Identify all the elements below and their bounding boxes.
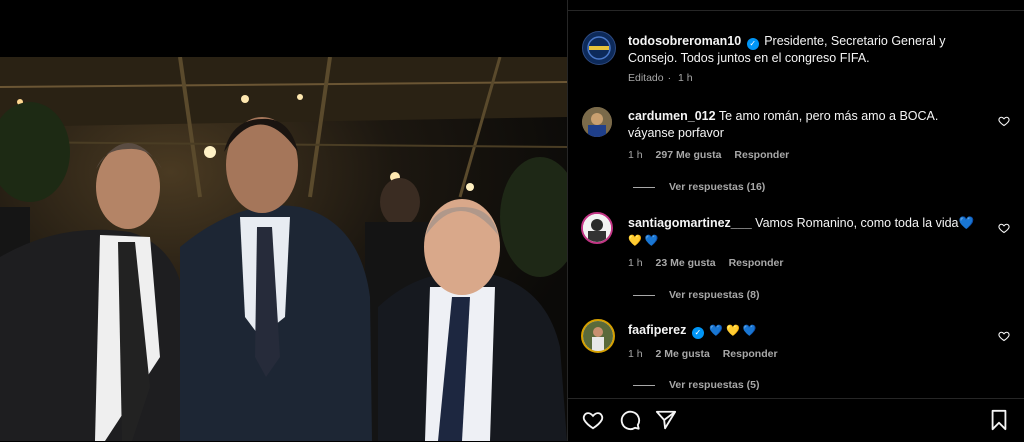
post-media-panel: [0, 0, 567, 441]
edited-label: Editado: [628, 72, 664, 84]
like-comment-heart-icon[interactable]: [998, 330, 1010, 342]
comment-body: faafiperez ✓ 💙 💛 💙: [628, 322, 988, 340]
comment-meta: 1 h 297 Me gusta Responder: [628, 149, 799, 161]
panel-top-divider: [568, 0, 1024, 11]
author-username[interactable]: todosobreroman10: [628, 34, 741, 48]
avatar-image: [583, 321, 613, 351]
replies-divider-line: [633, 294, 655, 296]
comment-icon[interactable]: [619, 409, 641, 431]
avatar-image: [582, 107, 612, 137]
post-caption-block: todosobreroman10 ✓ Presidente, Secretari…: [628, 33, 998, 67]
author-avatar[interactable]: [582, 31, 616, 65]
reply-button[interactable]: Responder: [734, 149, 789, 161]
comment-likes[interactable]: 23 Me gusta: [656, 257, 716, 269]
comment-username[interactable]: santiagomartinez___: [628, 216, 752, 230]
photo-illustration: [0, 57, 567, 441]
comment-body: santiagomartinez___ Vamos Romanino, como…: [628, 215, 988, 250]
comment-avatar[interactable]: [582, 107, 612, 137]
view-replies-label: Ver respuestas (8): [669, 289, 760, 301]
reply-button[interactable]: Responder: [723, 348, 778, 360]
comment-likes[interactable]: 297 Me gusta: [656, 149, 722, 161]
view-replies-label: Ver respuestas (16): [669, 181, 766, 193]
comments-panel: todosobreroman10 ✓ Presidente, Secretari…: [567, 0, 1024, 441]
comment-time[interactable]: 1 h: [628, 348, 643, 360]
comment-text-emojis: 💛 💙: [628, 235, 659, 247]
reply-button[interactable]: Responder: [729, 257, 784, 269]
comment-avatar[interactable]: [581, 319, 615, 353]
post-photo[interactable]: [0, 57, 567, 441]
post-meta: Editado · 1 h: [628, 72, 693, 84]
comment-username[interactable]: cardumen_012: [628, 109, 716, 123]
post-time[interactable]: 1 h: [678, 72, 693, 84]
comment-avatar[interactable]: [581, 212, 613, 244]
heart-icon[interactable]: [582, 409, 604, 431]
view-replies-button[interactable]: Ver respuestas (8): [633, 289, 759, 301]
view-replies-label: Ver respuestas (5): [669, 379, 760, 391]
club-crest-icon: [587, 36, 611, 60]
verified-badge-icon: ✓: [691, 327, 704, 339]
verified-badge-icon: ✓: [746, 38, 759, 50]
comment-time[interactable]: 1 h: [628, 257, 643, 269]
replies-divider-line: [633, 384, 655, 386]
avatar-image: [583, 214, 611, 242]
post-action-bar: [568, 398, 1024, 442]
comment-text: 💙 💛 💙: [709, 325, 757, 337]
comment-meta: 1 h 23 Me gusta Responder: [628, 257, 793, 269]
comment-body: cardumen_012 Te amo román, pero más amo …: [628, 108, 988, 142]
like-comment-heart-icon[interactable]: [998, 115, 1010, 127]
comment-likes[interactable]: 2 Me gusta: [656, 348, 710, 360]
share-icon[interactable]: [655, 409, 677, 431]
comment-time[interactable]: 1 h: [628, 149, 643, 161]
comment-text: Vamos Romanino, como toda la vida💙: [755, 216, 975, 230]
view-replies-button[interactable]: Ver respuestas (16): [633, 181, 765, 193]
comment-meta: 1 h 2 Me gusta Responder: [628, 348, 788, 360]
view-replies-button[interactable]: Ver respuestas (5): [633, 379, 759, 391]
replies-divider-line: [633, 186, 655, 188]
bookmark-icon[interactable]: [988, 409, 1010, 431]
like-comment-heart-icon[interactable]: [998, 222, 1010, 234]
comment-username[interactable]: faafiperez: [628, 323, 686, 337]
